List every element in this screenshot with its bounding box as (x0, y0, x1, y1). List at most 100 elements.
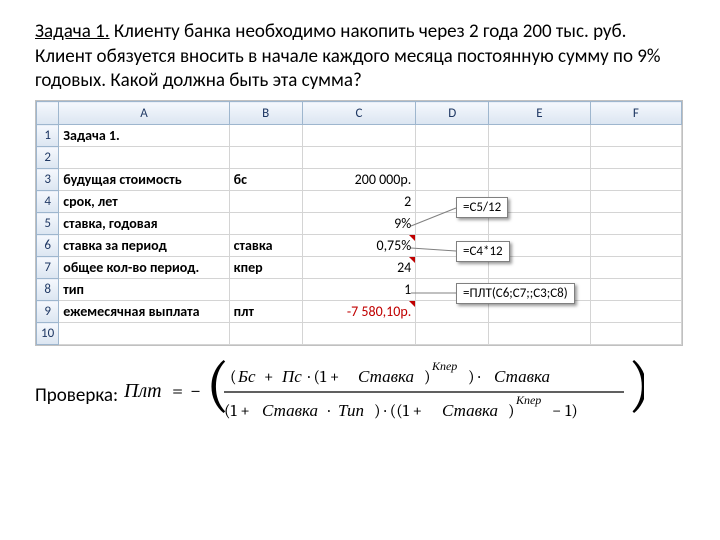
problem-statement: Задача 1. Клиенту банка необходимо накоп… (35, 20, 685, 94)
row-header[interactable]: 4 (37, 191, 59, 213)
cell[interactable] (416, 125, 489, 147)
svg-text:Ставка: Ставка (494, 368, 550, 387)
table-row: 5 ставка, годовая 9% (37, 213, 682, 235)
row-header[interactable]: 7 (37, 257, 59, 279)
cell[interactable]: 1 (302, 279, 416, 301)
cell[interactable]: ставка за период (59, 235, 229, 257)
corner-cell[interactable] (37, 102, 59, 125)
cell[interactable]: бс (229, 169, 302, 191)
cell[interactable] (489, 323, 590, 345)
col-header[interactable]: D (416, 102, 489, 125)
cell[interactable] (489, 169, 590, 191)
comment-indicator-icon (409, 257, 415, 263)
cell[interactable] (229, 125, 302, 147)
col-header[interactable]: C (302, 102, 416, 125)
svg-text:Бс: Бс (237, 368, 256, 387)
svg-text:Кпер: Кпер (431, 359, 457, 373)
row-header[interactable]: 8 (37, 279, 59, 301)
task-label: Задача 1. (35, 20, 110, 43)
cell[interactable] (590, 169, 681, 191)
svg-text:Тип: Тип (338, 402, 364, 421)
svg-text:+: + (264, 368, 273, 387)
cell[interactable] (590, 147, 681, 169)
cell[interactable] (416, 323, 489, 345)
svg-text:Ставка: Ставка (442, 402, 498, 421)
cell[interactable] (416, 169, 489, 191)
row-header[interactable]: 2 (37, 147, 59, 169)
svg-text:=: = (172, 379, 183, 402)
table-row: 10 (37, 323, 682, 345)
col-header[interactable]: E (489, 102, 590, 125)
cell[interactable]: 2 (302, 191, 416, 213)
cell[interactable]: плт (229, 301, 302, 323)
cell[interactable] (590, 191, 681, 213)
svg-text:): ) (508, 402, 515, 421)
cell[interactable] (590, 301, 681, 323)
col-header[interactable]: F (590, 102, 681, 125)
svg-text:Кпер: Кпер (515, 393, 541, 407)
column-header-row: A B C D E F (37, 102, 682, 125)
table-row: 3 будущая стоимость бс 200 000р. (37, 169, 682, 191)
cell[interactable] (590, 125, 681, 147)
row-header[interactable]: 9 (37, 301, 59, 323)
cell[interactable] (590, 235, 681, 257)
cell[interactable]: общее кол-во период. (59, 257, 229, 279)
cell[interactable] (302, 323, 416, 345)
table-row: 9 ежемесячная выплата плт -7 580,10р. (37, 301, 682, 323)
svg-text:−: − (190, 379, 201, 402)
cell[interactable] (302, 147, 416, 169)
cell[interactable] (489, 125, 590, 147)
cell[interactable] (229, 279, 302, 301)
svg-text:(: ( (230, 368, 237, 387)
svg-text:) · ((1 +: ) · ((1 + (374, 402, 422, 421)
verification-formula: Плт = − ( ) ( Бс + Пс · (1 + Ставка ) Кп… (124, 352, 644, 438)
row-header[interactable]: 5 (37, 213, 59, 235)
cell[interactable]: Задача 1. (59, 125, 229, 147)
table-row: 4 срок, лет 2 (37, 191, 682, 213)
col-header[interactable]: B (229, 102, 302, 125)
svg-text:· (1 +: · (1 + (308, 368, 339, 387)
svg-text:− 1): − 1) (552, 402, 578, 421)
cell[interactable]: 200 000р. (302, 169, 416, 191)
cell[interactable]: тип (59, 279, 229, 301)
cell[interactable] (590, 323, 681, 345)
cell[interactable]: -7 580,10р. (302, 301, 416, 323)
cell[interactable] (229, 213, 302, 235)
cell[interactable]: 0,75% (302, 235, 416, 257)
formula-callout: =ПЛТ(C6;C7;;C3;C8) (456, 283, 575, 304)
check-label: Проверка: (35, 384, 118, 407)
cell[interactable]: ставка, годовая (59, 213, 229, 235)
row-header[interactable]: 10 (37, 323, 59, 345)
row-header[interactable]: 1 (37, 125, 59, 147)
svg-text:): ) (424, 368, 431, 387)
cell[interactable]: 24 (302, 257, 416, 279)
cell[interactable]: кпер (229, 257, 302, 279)
col-header[interactable]: A (59, 102, 229, 125)
cell[interactable] (590, 213, 681, 235)
table-row: 7 общее кол-во период. кпер 24 (37, 257, 682, 279)
cell[interactable] (229, 323, 302, 345)
cell[interactable]: 9% (302, 213, 416, 235)
cell[interactable] (489, 147, 590, 169)
cell[interactable] (302, 125, 416, 147)
cell[interactable]: ставка (229, 235, 302, 257)
cell[interactable] (59, 147, 229, 169)
svg-text:) ·: ) · (468, 368, 480, 387)
cell[interactable] (590, 257, 681, 279)
comment-indicator-icon (409, 301, 415, 307)
svg-text:Плт: Плт (124, 379, 162, 402)
cell[interactable] (229, 147, 302, 169)
table-row: 1 Задача 1. (37, 125, 682, 147)
cell[interactable] (416, 147, 489, 169)
row-header[interactable]: 6 (37, 235, 59, 257)
cell[interactable] (590, 279, 681, 301)
cell[interactable]: ежемесячная выплата (59, 301, 229, 323)
cell[interactable]: срок, лет (59, 191, 229, 213)
comment-indicator-icon (409, 235, 415, 241)
cell[interactable] (59, 323, 229, 345)
cell[interactable]: будущая стоимость (59, 169, 229, 191)
table-row: 8 тип 1 (37, 279, 682, 301)
row-header[interactable]: 3 (37, 169, 59, 191)
svg-text:·: · (328, 402, 330, 421)
cell[interactable] (229, 191, 302, 213)
